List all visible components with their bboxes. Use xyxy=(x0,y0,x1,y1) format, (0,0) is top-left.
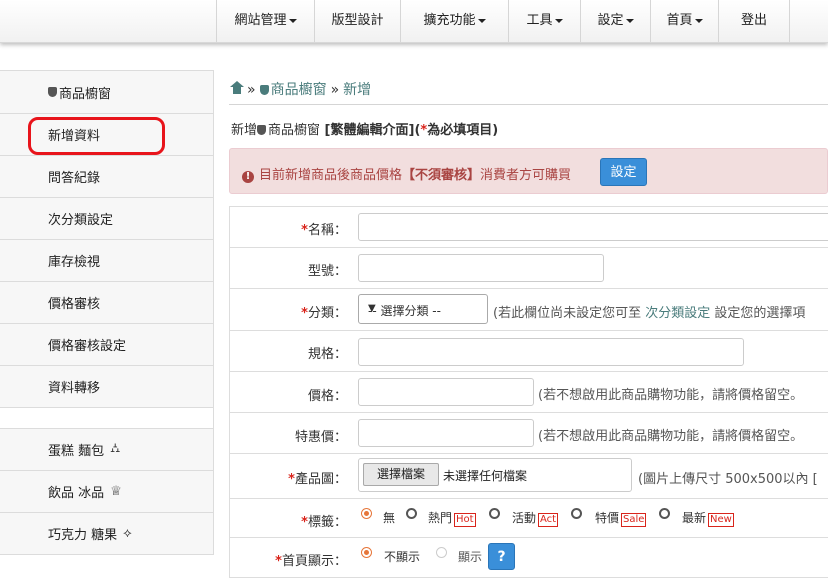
form-row-image: *產品圖： 選擇檔案 未選擇任何檔案 (圖片上傳尺寸 500x500以內 [ xyxy=(230,454,828,499)
tag-label: *標籤： xyxy=(301,515,347,530)
divider xyxy=(229,104,828,105)
form-row-name: *名稱： xyxy=(230,207,828,248)
special-price-hint: (若不想啟用此商品購物功能，請將價格留空。 xyxy=(538,429,804,444)
caret-down-icon xyxy=(288,18,297,23)
form-row-special-price: 特惠價： (若不想啟用此商品購物功能，請將價格留空。 xyxy=(230,413,828,454)
sidebar-divider xyxy=(0,408,214,429)
menu-layout-design[interactable]: 版型設計 xyxy=(314,0,400,42)
price-label: 價格： xyxy=(307,389,347,404)
category-select[interactable]: -- 選擇分類 -- ▼ xyxy=(358,294,488,324)
drink-icon: ♕ xyxy=(110,484,122,499)
price-input[interactable] xyxy=(358,378,534,406)
sidebar-item-price-review-settings[interactable]: 價格審核設定 xyxy=(0,324,214,366)
tag-option-new: 最新 New xyxy=(682,511,734,527)
menu-home[interactable]: 首頁 xyxy=(650,0,718,42)
form-row-spec: 規格： xyxy=(230,331,828,372)
shield-icon xyxy=(259,85,269,95)
sidebar-item-subcategory-settings[interactable]: 次分類設定 xyxy=(0,198,214,240)
tag-radio-new[interactable] xyxy=(659,508,670,519)
tag-radio-act[interactable] xyxy=(489,508,500,519)
tag-option-none: 無 xyxy=(383,511,396,525)
sidebar-item-data-transfer[interactable]: 資料轉移 xyxy=(0,366,214,408)
highlight-annotation xyxy=(28,117,165,155)
form-row-model: 型號： xyxy=(230,248,828,289)
sidebar-item-chocolate-candy[interactable]: 巧克力 糖果 ⟡ xyxy=(0,513,214,555)
caret-down-icon xyxy=(477,18,486,23)
price-review-alert: ! 目前新增商品後商品價格【不須審核】消費者方可購買 設定 xyxy=(229,148,828,194)
breadcrumb-current: 新增 xyxy=(343,82,372,98)
special-price-input[interactable] xyxy=(358,419,534,447)
top-navbar: 網站管理 版型設計 擴充功能 工具 設定 首頁 登出 xyxy=(0,0,828,43)
menu-site-management[interactable]: 網站管理 xyxy=(216,0,314,42)
caret-down-icon xyxy=(694,18,703,23)
special-price-label: 特惠價： xyxy=(294,430,347,445)
form-row-home-display: *首頁顯示： 不顯示 顯示 ? xyxy=(230,538,828,578)
home-icon[interactable] xyxy=(230,81,244,95)
tag-radio-sale[interactable] xyxy=(571,508,582,519)
home-option-show: 顯示 xyxy=(458,550,483,564)
form-row-tag: *標籤： 無 熱門 Hot 活動 Act 特價 Sale 最新 New xyxy=(230,499,828,538)
main-menu: 網站管理 版型設計 擴充功能 工具 設定 首頁 登出 xyxy=(216,0,790,42)
page-title: 新增 商品櫥窗 [繁體編輯介面](*為必填項目) xyxy=(231,123,499,138)
model-label: 型號： xyxy=(307,264,347,279)
product-form: *名稱： 型號： *分類： -- 選擇分類 -- ▼ (若此欄位尚未設定您可至 次… xyxy=(229,206,828,578)
menu-tools[interactable]: 工具 xyxy=(508,0,580,42)
tag-option-hot: 熱門 Hot xyxy=(428,511,476,527)
name-input[interactable] xyxy=(358,213,828,241)
tag-radio-hot[interactable] xyxy=(406,508,417,519)
cake-icon: ⛼ xyxy=(110,441,121,456)
breadcrumb: » 商品櫥窗» 新增 xyxy=(230,79,372,99)
menu-settings[interactable]: 設定 xyxy=(580,0,650,42)
home-radio-hide[interactable] xyxy=(361,547,372,558)
act-badge: Act xyxy=(538,513,559,527)
menu-extensions[interactable]: 擴充功能 xyxy=(400,0,508,42)
breadcrumb-section[interactable]: 商品櫥窗 xyxy=(271,82,327,98)
caret-down-icon xyxy=(625,18,634,23)
price-hint: (若不想啟用此商品購物功能，請將價格留空。 xyxy=(538,388,804,403)
sidebar-item-qa-records[interactable]: 問答紀錄 xyxy=(0,156,214,198)
form-row-price: 價格： (若不想啟用此商品購物功能，請將價格留空。 xyxy=(230,372,828,413)
image-label: *產品圖： xyxy=(288,472,347,487)
choose-file-button[interactable]: 選擇檔案 xyxy=(363,463,439,486)
sidebar-item-product-window[interactable]: 商品櫥窗 xyxy=(0,70,214,114)
home-display-label: *首頁顯示： xyxy=(275,554,347,569)
tag-option-act: 活動 Act xyxy=(512,511,559,527)
sidebar-item-price-review[interactable]: 價格審核 xyxy=(0,282,214,324)
hot-badge: Hot xyxy=(454,513,476,527)
form-row-category: *分類： -- 選擇分類 -- ▼ (若此欄位尚未設定您可至 次分類設定 設定您的… xyxy=(230,289,828,331)
exclamation-circle-icon: ! xyxy=(242,171,254,183)
tag-radio-none[interactable] xyxy=(361,508,372,519)
candy-icon: ⟡ xyxy=(123,526,132,541)
category-label: *分類： xyxy=(301,306,347,321)
file-status: 未選擇任何檔案 xyxy=(443,469,528,483)
category-hint: (若此欄位尚未設定您可至 次分類設定 設定您的選擇項 xyxy=(493,306,806,321)
image-hint: (圖片上傳尺寸 500x500以內 [ xyxy=(638,472,818,487)
spec-input[interactable] xyxy=(358,338,744,366)
home-radio-show[interactable] xyxy=(436,547,447,558)
sidebar-item-cake-bread[interactable]: 蛋糕 麵包 ⛼ xyxy=(0,429,214,471)
sidebar-item-drinks-ice[interactable]: 飲品 冰品 ♕ xyxy=(0,471,214,513)
model-input[interactable] xyxy=(358,254,604,282)
tag-option-sale: 特價 Sale xyxy=(595,511,647,527)
image-file-input: 選擇檔案 未選擇任何檔案 xyxy=(358,458,632,492)
sidebar-item-inventory-view[interactable]: 庫存檢視 xyxy=(0,240,214,282)
shield-icon xyxy=(48,87,57,97)
caret-down-icon xyxy=(554,18,563,23)
help-button[interactable]: ? xyxy=(488,543,515,570)
subcategory-link[interactable]: 次分類設定 xyxy=(645,306,710,321)
menu-logout[interactable]: 登出 xyxy=(718,0,790,42)
shield-icon xyxy=(257,125,267,135)
caret-down-icon: ▼ xyxy=(368,303,376,314)
home-option-hide: 不顯示 xyxy=(384,550,421,564)
sale-badge: Sale xyxy=(621,513,647,527)
settings-button[interactable]: 設定 xyxy=(600,158,647,186)
spec-label: 規格： xyxy=(307,347,347,362)
name-label: *名稱： xyxy=(301,223,347,238)
new-badge: New xyxy=(708,513,734,527)
